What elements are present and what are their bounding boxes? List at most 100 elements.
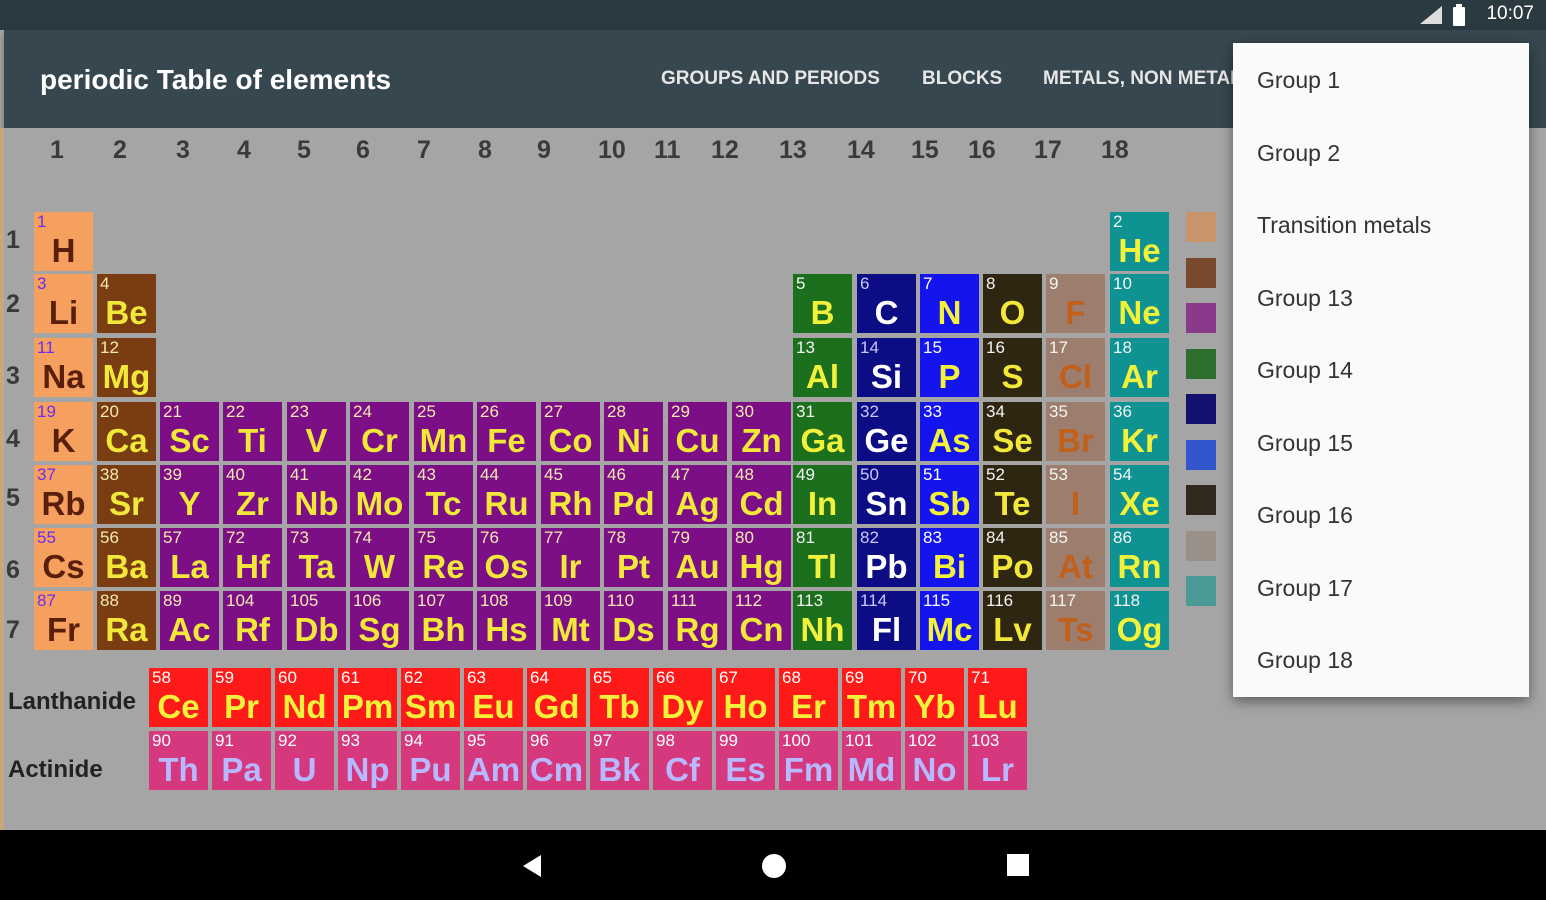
element-ce[interactable]: 58 Ce	[149, 668, 208, 727]
element-db[interactable]: 105 Db	[287, 591, 346, 650]
element-fm[interactable]: 100 Fm	[779, 731, 838, 790]
element-ni[interactable]: 28 Ni	[604, 402, 663, 461]
element-fl[interactable]: 114 Fl	[857, 591, 916, 650]
element-bi[interactable]: 83 Bi	[920, 528, 979, 587]
element-sn[interactable]: 50 Sn	[857, 465, 916, 524]
element-gd[interactable]: 64 Gd	[527, 668, 586, 727]
element-ca[interactable]: 20 Ca	[97, 402, 156, 461]
element-eu[interactable]: 63 Eu	[464, 668, 523, 727]
element-zr[interactable]: 40 Zr	[223, 465, 282, 524]
element-pm[interactable]: 61 Pm	[338, 668, 397, 727]
element-fe[interactable]: 26 Fe	[477, 402, 536, 461]
element-rb[interactable]: 37 Rb	[34, 465, 93, 524]
element-n[interactable]: 7N	[920, 274, 979, 333]
element-ba[interactable]: 56 Ba	[97, 528, 156, 587]
element-na[interactable]: 11 Na	[34, 338, 93, 397]
element-te[interactable]: 52 Te	[983, 465, 1042, 524]
element-s[interactable]: 16 S	[983, 338, 1042, 397]
element-br[interactable]: 35 Br	[1046, 402, 1105, 461]
element-xe[interactable]: 54 Xe	[1110, 465, 1169, 524]
tab-groups-and-periods[interactable]: GROUPS AND PERIODS	[661, 68, 880, 90]
element-cm[interactable]: 96 Cm	[527, 731, 586, 790]
element-cr[interactable]: 24 Cr	[350, 402, 409, 461]
menu-item-group-13[interactable]: Group 13	[1257, 285, 1353, 312]
element-cu[interactable]: 29 Cu	[668, 402, 727, 461]
element-os[interactable]: 76 Os	[477, 528, 536, 587]
element-i[interactable]: 53 I	[1046, 465, 1105, 524]
tab-blocks[interactable]: BLOCKS	[922, 68, 1002, 90]
home-icon[interactable]	[761, 853, 787, 879]
menu-item-group-18[interactable]: Group 18	[1257, 647, 1353, 674]
element-sc[interactable]: 21 Sc	[160, 402, 219, 461]
back-icon[interactable]	[519, 853, 545, 879]
menu-item-group-16[interactable]: Group 16	[1257, 502, 1353, 529]
element-sm[interactable]: 62 Sm	[401, 668, 460, 727]
element-c[interactable]: 6C	[857, 274, 916, 333]
element-cl[interactable]: 17 Cl	[1046, 338, 1105, 397]
element-np[interactable]: 93 Np	[338, 731, 397, 790]
element-au[interactable]: 79 Au	[668, 528, 727, 587]
element-mt[interactable]: 109 Mt	[541, 591, 600, 650]
element-ge[interactable]: 32 Ge	[857, 402, 916, 461]
element-si[interactable]: 14 Si	[857, 338, 916, 397]
element-tm[interactable]: 69 Tm	[842, 668, 901, 727]
element-ac[interactable]: 89 Ac	[160, 591, 219, 650]
recents-icon[interactable]	[1006, 853, 1030, 877]
element-pa[interactable]: 91 Pa	[212, 731, 271, 790]
element-ru[interactable]: 44 Ru	[477, 465, 536, 524]
element-k[interactable]: 19 K	[34, 402, 93, 461]
element-nb[interactable]: 41 Nb	[287, 465, 346, 524]
element-in[interactable]: 49 In	[793, 465, 852, 524]
element-tc[interactable]: 43 Tc	[414, 465, 473, 524]
element-sb[interactable]: 51 Sb	[920, 465, 979, 524]
element-sr[interactable]: 38 Sr	[97, 465, 156, 524]
element-lu[interactable]: 71 Lu	[968, 668, 1027, 727]
element-se[interactable]: 34 Se	[983, 402, 1042, 461]
element-fr[interactable]: 87 Fr	[34, 591, 93, 650]
element-tl[interactable]: 81 Tl	[793, 528, 852, 587]
element-th[interactable]: 90 Th	[149, 731, 208, 790]
element-no[interactable]: 102 No	[905, 731, 964, 790]
element-al[interactable]: 13 Al	[793, 338, 852, 397]
element-hs[interactable]: 108 Hs	[477, 591, 536, 650]
tab-metals-non-metals[interactable]: METALS, NON METALS	[1043, 68, 1233, 90]
element-ar[interactable]: 18 Ar	[1110, 338, 1169, 397]
element-v[interactable]: 23 V	[287, 402, 346, 461]
element-zn[interactable]: 30 Zn	[732, 402, 791, 461]
element-be[interactable]: 4 Be	[97, 274, 156, 333]
element-bk[interactable]: 97 Bk	[590, 731, 649, 790]
menu-item-group-17[interactable]: Group 17	[1257, 575, 1353, 602]
element-as[interactable]: 33 As	[920, 402, 979, 461]
element-re[interactable]: 75 Re	[414, 528, 473, 587]
element-pu[interactable]: 94 Pu	[401, 731, 460, 790]
menu-item-group-15[interactable]: Group 15	[1257, 430, 1353, 457]
element-bh[interactable]: 107 Bh	[414, 591, 473, 650]
element-mn[interactable]: 25 Mn	[414, 402, 473, 461]
element-kr[interactable]: 36 Kr	[1110, 402, 1169, 461]
element-h[interactable]: 1H	[34, 212, 93, 271]
menu-item-group-2[interactable]: Group 2	[1257, 140, 1340, 167]
element-lr[interactable]: 103 Lr	[968, 731, 1027, 790]
element-u[interactable]: 92 U	[275, 731, 334, 790]
element-pt[interactable]: 78 Pt	[604, 528, 663, 587]
element-la[interactable]: 57 La	[160, 528, 219, 587]
menu-item-group-14[interactable]: Group 14	[1257, 357, 1353, 384]
element-ag[interactable]: 47 Ag	[668, 465, 727, 524]
element-cf[interactable]: 98 Cf	[653, 731, 712, 790]
element-at[interactable]: 85 At	[1046, 528, 1105, 587]
element-mo[interactable]: 42 Mo	[350, 465, 409, 524]
element-he[interactable]: 2 He	[1110, 212, 1169, 271]
element-ga[interactable]: 31 Ga	[793, 402, 852, 461]
element-nh[interactable]: 113 Nh	[793, 591, 852, 650]
element-dy[interactable]: 66 Dy	[653, 668, 712, 727]
element-md[interactable]: 101 Md	[842, 731, 901, 790]
element-co[interactable]: 27 Co	[541, 402, 600, 461]
element-ne[interactable]: 10 Ne	[1110, 274, 1169, 333]
element-yb[interactable]: 70 Yb	[905, 668, 964, 727]
element-o[interactable]: 8O	[983, 274, 1042, 333]
element-am[interactable]: 95 Am	[464, 731, 523, 790]
element-pr[interactable]: 59 Pr	[212, 668, 271, 727]
element-tb[interactable]: 65 Tb	[590, 668, 649, 727]
element-es[interactable]: 99 Es	[716, 731, 775, 790]
element-rn[interactable]: 86 Rn	[1110, 528, 1169, 587]
